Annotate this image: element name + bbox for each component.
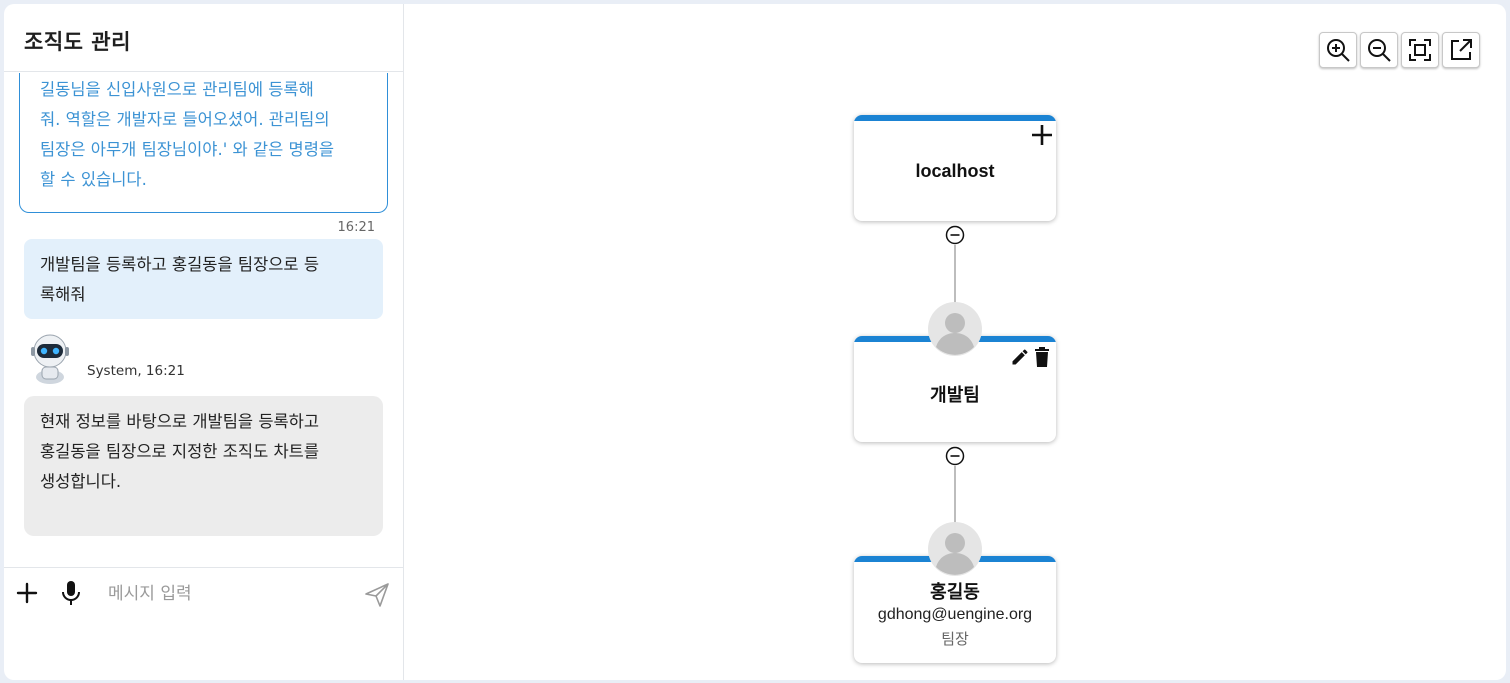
- message-line: 개발팀을 등록하고 홍길동을 팀장으로 등: [40, 255, 320, 274]
- user-message-time: 16:21: [337, 220, 375, 235]
- message-line: 현재 정보를 바탕으로 개발팀을 등록하고: [40, 412, 320, 431]
- zoom-out-icon: [1368, 39, 1391, 62]
- edit-icon[interactable]: [1010, 347, 1030, 367]
- zoom-in-button[interactable]: [1319, 32, 1357, 68]
- node-role: 팀장: [941, 631, 969, 648]
- open-external-icon: [1451, 39, 1472, 60]
- mic-icon[interactable]: [60, 580, 82, 606]
- chat-header: 조직도 관리: [4, 4, 403, 72]
- chat-input-bar: [4, 567, 403, 680]
- collapse-icon[interactable]: [945, 446, 965, 466]
- fit-screen-icon: [1409, 39, 1431, 61]
- message-line: 록해줘: [40, 285, 86, 304]
- avatar-icon: [928, 522, 982, 576]
- connector-line: [954, 466, 956, 524]
- plus-icon[interactable]: [1030, 123, 1054, 147]
- message-line: 길동님을 신입사원으로 관리팀에 등록해: [40, 80, 314, 99]
- chat-panel: 조직도 관리 길동님을 신입사원으로 관리팀에 등록해 줘. 역할은 개발자로 …: [4, 4, 404, 680]
- node-email: gdhong@uengine.org: [877, 606, 1033, 623]
- bot-message-meta: System, 16:21: [87, 363, 185, 379]
- zoom-toolbar: [1319, 32, 1480, 68]
- org-node-root[interactable]: localhost: [854, 115, 1056, 221]
- zoom-out-button[interactable]: [1360, 32, 1398, 68]
- message-line: 할 수 있습니다.: [40, 170, 147, 189]
- org-chart-canvas[interactable]: localhost 개발팀 홍길동 gdhong@uengine.org 팀장: [404, 4, 1506, 680]
- node-name: localhost: [915, 161, 995, 181]
- user-message: 개발팀을 등록하고 홍길동을 팀장으로 등 록해줘: [24, 239, 383, 319]
- message-line: 줘. 역할은 개발자로 들어오셨어. 관리팀의: [40, 110, 330, 129]
- robot-icon: [31, 334, 69, 384]
- chat-messages[interactable]: 길동님을 신입사원으로 관리팀에 등록해 줘. 역할은 개발자로 들어오셨어. …: [4, 73, 403, 567]
- connector-line: [954, 245, 956, 305]
- send-icon[interactable]: [364, 582, 390, 608]
- plus-icon[interactable]: [16, 582, 38, 604]
- fit-screen-button[interactable]: [1401, 32, 1439, 68]
- message-line: 팀장은 아무개 팀장님이야.' 와 같은 명령을: [40, 140, 335, 159]
- avatar-icon: [928, 302, 982, 356]
- open-external-button[interactable]: [1442, 32, 1480, 68]
- node-name: 홍길동: [930, 582, 980, 602]
- chat-title: 조직도 관리: [24, 30, 131, 54]
- bot-message: 현재 정보를 바탕으로 개발팀을 등록하고 홍길동을 팀장으로 지정한 조직도 …: [24, 396, 383, 536]
- zoom-in-icon: [1327, 39, 1350, 62]
- node-name: 개발팀: [930, 385, 980, 405]
- delete-icon[interactable]: [1034, 347, 1050, 367]
- app-frame: 조직도 관리 길동님을 신입사원으로 관리팀에 등록해 줘. 역할은 개발자로 …: [4, 4, 1506, 680]
- message-input[interactable]: [108, 580, 348, 608]
- previous-message: 길동님을 신입사원으로 관리팀에 등록해 줘. 역할은 개발자로 들어오셨어. …: [19, 73, 388, 213]
- collapse-icon[interactable]: [945, 225, 965, 245]
- message-line: 생성합니다.: [40, 472, 122, 491]
- message-line: 홍길동을 팀장으로 지정한 조직도 차트를: [40, 442, 320, 461]
